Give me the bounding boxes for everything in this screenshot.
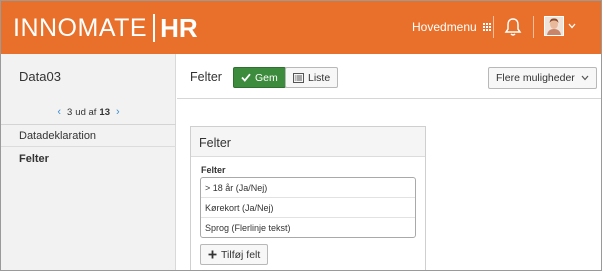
chevron-down-icon [568, 23, 576, 29]
list-item[interactable]: > 18 år (Ja/Nej) [201, 178, 415, 198]
save-button[interactable]: Gem [233, 67, 286, 88]
fields-label: Felter [201, 165, 226, 175]
add-field-label: Tilføj felt [221, 248, 261, 261]
logo[interactable]: INNOMATE HR [13, 13, 198, 43]
main-menu-label: Hovedmenu [412, 20, 477, 34]
panel-title: Felter [191, 127, 425, 157]
chevron-left-icon[interactable]: ‹ [57, 106, 61, 118]
user-menu[interactable] [544, 16, 576, 36]
fields-panel: Felter Felter > 18 år (Ja/Nej) Kørekort … [190, 126, 426, 270]
page-title: Felter [190, 70, 222, 84]
user-avatar [544, 16, 564, 36]
more-options-label: Flere muligheder [496, 72, 575, 84]
check-icon [241, 73, 251, 82]
chevron-down-icon [581, 75, 589, 81]
sidebar-divider [1, 124, 176, 125]
page-header: Felter Gem Liste Flere muligheder [177, 54, 601, 99]
logo-divider [153, 14, 156, 42]
logo-hr-text: HR [160, 12, 198, 43]
person-icon [545, 17, 563, 35]
more-options-button[interactable]: Flere muligheder [488, 67, 597, 89]
logo-text: INNOMATE [13, 13, 148, 42]
list-item[interactable]: Kørekort (Ja/Nej) [201, 198, 415, 218]
add-field-button[interactable]: Tilføj felt [200, 244, 269, 265]
list-item[interactable]: Sprog (Flerlinje tekst) [201, 218, 415, 238]
record-title: Data03 [19, 69, 61, 84]
sidebar-divider [1, 146, 176, 147]
record-pager: ‹ 3 ud af 13 › [1, 106, 176, 118]
grid-icon [482, 23, 491, 31]
topbar-divider [493, 16, 494, 38]
topbar-divider [533, 16, 534, 38]
plus-icon [208, 250, 217, 259]
list-icon [293, 72, 304, 83]
app-frame: INNOMATE HR Hovedmenu Data03 ‹ 3 ud af 1… [0, 0, 602, 271]
pager-total: 13 [99, 106, 110, 118]
main-menu-button[interactable]: Hovedmenu [412, 20, 491, 34]
top-bar: INNOMATE HR Hovedmenu [1, 1, 601, 54]
save-button-label: Gem [255, 71, 278, 84]
fields-list: > 18 år (Ja/Nej) Kørekort (Ja/Nej) Sprog… [200, 177, 416, 238]
list-button[interactable]: Liste [285, 67, 339, 88]
sidebar-item-datadeklaration[interactable]: Datadeklaration [19, 130, 96, 142]
pager-current: 3 [66, 106, 73, 118]
bell-icon[interactable] [504, 17, 522, 37]
pager-of-word: ud af [75, 106, 97, 118]
sidebar-item-felter[interactable]: Felter [19, 153, 49, 165]
list-button-label: Liste [308, 71, 331, 84]
chevron-right-icon[interactable]: › [116, 106, 120, 118]
sidebar: Data03 ‹ 3 ud af 13 › Datadeklaration Fe… [1, 54, 176, 270]
